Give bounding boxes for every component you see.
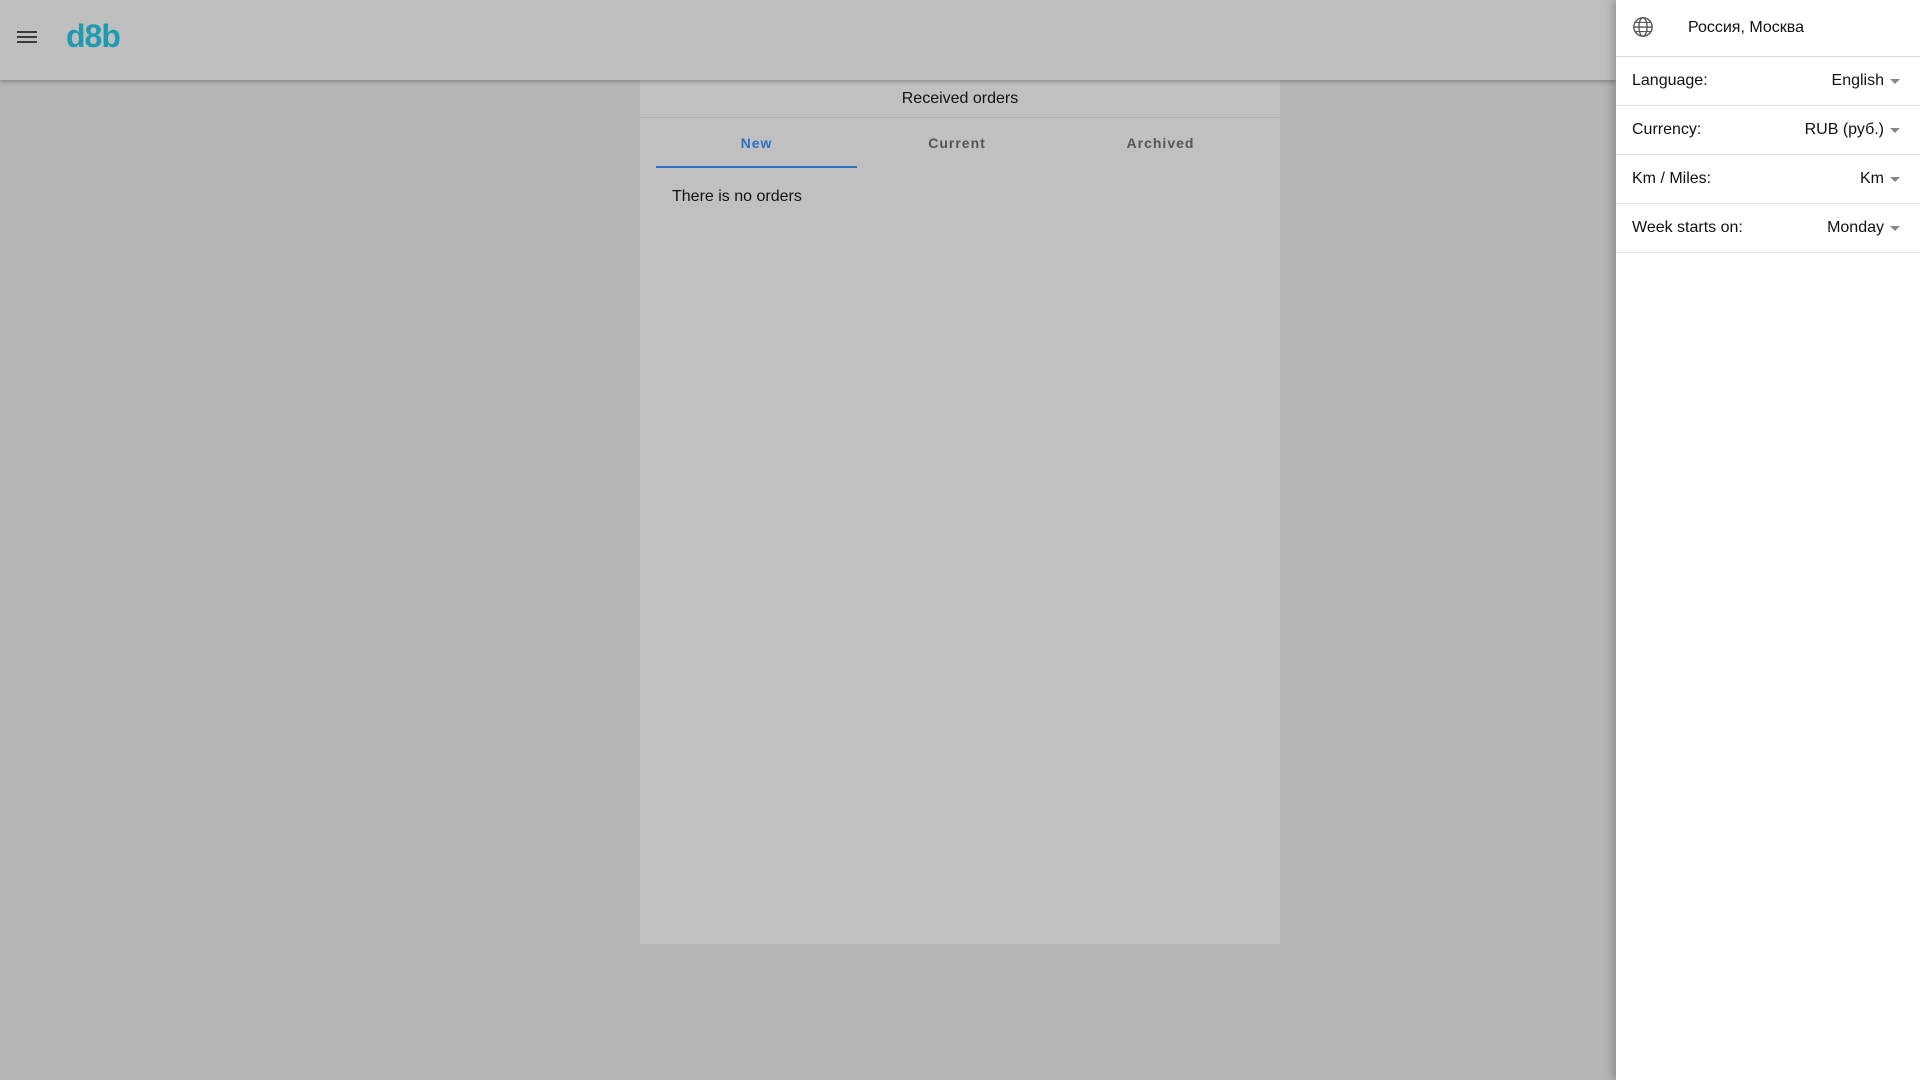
tab-archived[interactable]: Archived xyxy=(1057,118,1264,168)
received-orders-panel: Received orders New Current Archived The… xyxy=(640,80,1280,944)
setting-label: Currency: xyxy=(1632,121,1702,138)
setting-week-start: Week starts on: Monday xyxy=(1616,204,1920,253)
logo[interactable]: d8b xyxy=(66,18,121,55)
language-value: English xyxy=(1831,72,1884,89)
distance-unit-value: Km xyxy=(1860,170,1884,187)
setting-language: Language: English xyxy=(1616,57,1920,106)
week-start-value: Monday xyxy=(1827,219,1884,236)
language-select[interactable]: English xyxy=(1832,57,1900,105)
globe-icon xyxy=(1633,17,1653,37)
app-bar: d8b xyxy=(0,0,1616,80)
caret-down-icon xyxy=(1890,128,1900,133)
week-start-select[interactable]: Monday xyxy=(1827,204,1900,252)
currency-select[interactable]: RUB (руб.) xyxy=(1805,106,1900,154)
setting-distance-unit: Km / Miles: Km xyxy=(1616,155,1920,204)
tab-current[interactable]: Current xyxy=(857,118,1057,168)
currency-value: RUB (руб.) xyxy=(1804,121,1884,138)
distance-unit-select[interactable]: Km xyxy=(1860,155,1900,203)
caret-down-icon xyxy=(1890,79,1900,84)
order-tabs: New Current Archived xyxy=(656,118,1264,168)
setting-label: Week starts on: xyxy=(1632,219,1743,236)
settings-drawer: Россия, Москва Language: English Currenc… xyxy=(1616,0,1920,1080)
location-label: Россия, Москва xyxy=(1688,19,1804,36)
location-selector[interactable]: Россия, Москва xyxy=(1616,0,1920,57)
settings-list: Language: English Currency: RUB (руб.) K… xyxy=(1616,57,1920,253)
setting-label: Language: xyxy=(1632,72,1708,89)
caret-down-icon xyxy=(1890,226,1900,231)
setting-label: Km / Miles: xyxy=(1632,170,1712,187)
empty-orders-message: There is no orders xyxy=(672,188,802,205)
setting-currency: Currency: RUB (руб.) xyxy=(1616,106,1920,155)
page-title: Received orders xyxy=(640,80,1280,118)
caret-down-icon xyxy=(1890,177,1900,182)
tab-new[interactable]: New xyxy=(656,118,857,168)
menu-icon[interactable] xyxy=(14,28,40,52)
